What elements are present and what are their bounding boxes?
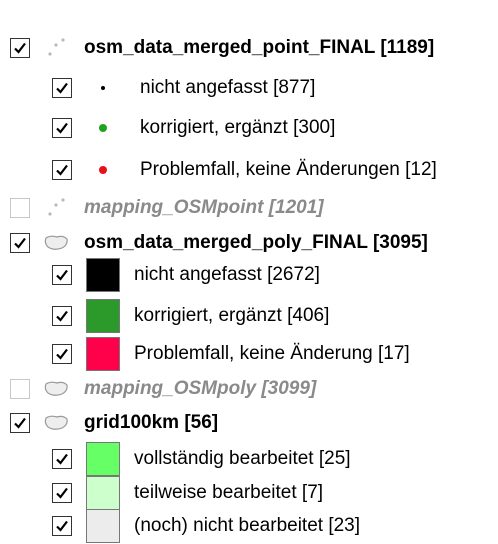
- layer-checkbox[interactable]: [10, 38, 30, 58]
- layer-checkbox[interactable]: [10, 413, 30, 433]
- grey-fill-swatch: [86, 509, 120, 543]
- layer-checkbox[interactable]: [10, 198, 30, 218]
- checkmark-icon: [56, 122, 68, 134]
- category-label: nicht angefasst [877]: [140, 77, 316, 98]
- category-checkbox[interactable]: [52, 265, 72, 285]
- layer-label: mapping_OSMpoly [3099]: [84, 378, 317, 399]
- checkmark-icon: [14, 417, 26, 429]
- category-checkbox[interactable]: [52, 516, 72, 536]
- category-row[interactable]: Problemfall, keine Änderungen [12]: [52, 152, 437, 188]
- layer-label: osm_data_merged_point_FINAL [1189]: [84, 37, 435, 58]
- layer-label: osm_data_merged_poly_FINAL [3095]: [84, 232, 428, 253]
- pale-green-fill-swatch: [86, 476, 120, 510]
- category-checkbox[interactable]: [52, 449, 72, 469]
- checkmark-icon: [56, 520, 68, 532]
- category-label: teilweise bearbeitet [7]: [134, 482, 324, 503]
- red-fill-swatch: [86, 337, 120, 371]
- category-checkbox[interactable]: [52, 306, 72, 326]
- category-row[interactable]: korrigiert, ergänzt [300]: [52, 110, 335, 146]
- category-row[interactable]: Problemfall, keine Änderung [17]: [52, 336, 410, 372]
- checkmark-icon: [56, 269, 68, 281]
- category-label: nicht angefasst [2672]: [134, 264, 320, 285]
- red-dot-symbol: [86, 166, 120, 174]
- green-dot-symbol: [86, 124, 120, 132]
- category-row[interactable]: (noch) nicht bearbeitet [23]: [52, 508, 360, 544]
- polygon-layer-icon: [42, 414, 70, 432]
- category-checkbox[interactable]: [52, 118, 72, 138]
- category-row[interactable]: korrigiert, ergänzt [406]: [52, 298, 329, 334]
- checkmark-icon: [56, 487, 68, 499]
- polygon-layer-icon: [42, 234, 70, 252]
- polygon-layer-icon: [42, 380, 70, 398]
- category-row[interactable]: nicht angefasst [877]: [52, 70, 315, 106]
- layer-checkbox[interactable]: [10, 233, 30, 253]
- category-row[interactable]: vollständig bearbeitet [25]: [52, 441, 351, 477]
- category-checkbox[interactable]: [52, 78, 72, 98]
- point-layer-icon: [42, 196, 70, 220]
- checkmark-icon: [56, 82, 68, 94]
- category-label: korrigiert, ergänzt [300]: [140, 117, 336, 138]
- category-checkbox[interactable]: [52, 160, 72, 180]
- layer-row-grid100km[interactable]: grid100km [56]: [10, 405, 218, 441]
- category-label: (noch) nicht bearbeitet [23]: [134, 515, 361, 536]
- layer-row-mapping-osmpoint[interactable]: mapping_OSMpoint [1201]: [10, 190, 324, 226]
- category-row[interactable]: nicht angefasst [2672]: [52, 257, 320, 293]
- category-checkbox[interactable]: [52, 483, 72, 503]
- category-label: Problemfall, keine Änderungen [12]: [140, 159, 437, 180]
- black-dot-symbol: [86, 86, 120, 90]
- layer-label: mapping_OSMpoint [1201]: [84, 197, 324, 218]
- checkmark-icon: [14, 237, 26, 249]
- checkmark-icon: [56, 164, 68, 176]
- checkmark-icon: [14, 42, 26, 54]
- layer-row-osm-poly-final[interactable]: osm_data_merged_poly_FINAL [3095]: [10, 225, 428, 261]
- category-label: Problemfall, keine Änderung [17]: [134, 343, 410, 364]
- checkmark-icon: [56, 310, 68, 322]
- light-green-fill-swatch: [86, 442, 120, 476]
- checkmark-icon: [56, 348, 68, 360]
- layer-label: grid100km [56]: [84, 412, 219, 433]
- category-row[interactable]: teilweise bearbeitet [7]: [52, 475, 323, 511]
- layer-checkbox[interactable]: [10, 379, 30, 399]
- category-checkbox[interactable]: [52, 344, 72, 364]
- point-layer-icon: [42, 36, 70, 60]
- checkmark-icon: [56, 453, 68, 465]
- green-fill-swatch: [86, 299, 120, 333]
- category-label: vollständig bearbeitet [25]: [134, 448, 351, 469]
- category-label: korrigiert, ergänzt [406]: [134, 305, 330, 326]
- layer-row-osm-point-final[interactable]: osm_data_merged_point_FINAL [1189]: [10, 30, 434, 66]
- black-fill-swatch: [86, 258, 120, 292]
- layer-row-mapping-osmpoly[interactable]: mapping_OSMpoly [3099]: [10, 371, 316, 407]
